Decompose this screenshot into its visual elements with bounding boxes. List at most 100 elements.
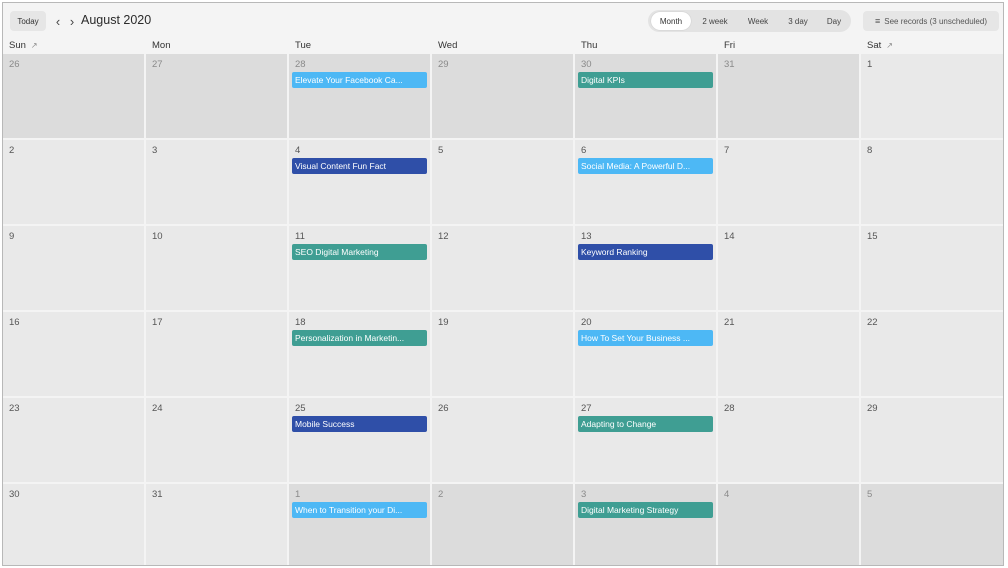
day-cell[interactable]: 26 <box>432 398 573 482</box>
day-cell[interactable]: 28 Elevate Your Facebook Ca... <box>289 54 430 138</box>
event-chip[interactable]: Social Media: A Powerful D... <box>578 158 713 174</box>
day-cell[interactable]: 22 <box>861 312 1003 396</box>
weekday-label: Fri <box>724 40 736 51</box>
expand-icon[interactable]: ↗ <box>31 41 38 50</box>
day-number: 4 <box>724 489 730 500</box>
day-cell[interactable]: 30 Digital KPIs <box>575 54 716 138</box>
day-cell[interactable]: 21 <box>718 312 859 396</box>
day-cell[interactable]: 20 How To Set Your Business ... <box>575 312 716 396</box>
view-week-tab[interactable]: Week <box>740 12 776 30</box>
day-cell[interactable]: 9 <box>3 226 144 310</box>
weekday-thu: Thu <box>581 40 597 51</box>
day-number: 27 <box>152 59 163 70</box>
day-cell[interactable]: 31 <box>146 484 287 565</box>
day-cell[interactable]: 4 <box>718 484 859 565</box>
event-chip[interactable]: When to Transition your Di... <box>292 502 427 518</box>
event-chip[interactable]: Elevate Your Facebook Ca... <box>292 72 427 88</box>
day-cell[interactable]: 1 <box>861 54 1003 138</box>
day-cell[interactable]: 2 <box>432 484 573 565</box>
view-day-tab[interactable]: Day <box>819 12 849 30</box>
day-number: 10 <box>152 231 163 242</box>
event-chip[interactable]: SEO Digital Marketing <box>292 244 427 260</box>
day-cell[interactable]: 14 <box>718 226 859 310</box>
day-cell[interactable]: 30 <box>3 484 144 565</box>
day-number: 31 <box>724 59 735 70</box>
day-number: 15 <box>867 231 878 242</box>
day-number: 28 <box>724 403 735 414</box>
day-cell[interactable]: 19 <box>432 312 573 396</box>
day-number: 9 <box>9 231 15 242</box>
weekday-sat: Sat ↗ <box>867 40 893 51</box>
calendar-toolbar: Today ‹ › August 2020 Month 2 week Week … <box>3 3 1003 37</box>
day-cell[interactable]: 4 Visual Content Fun Fact <box>289 140 430 224</box>
event-chip[interactable]: Adapting to Change <box>578 416 713 432</box>
weekday-tue: Tue <box>295 40 311 51</box>
day-cell[interactable]: 5 <box>861 484 1003 565</box>
day-cell[interactable]: 25 Mobile Success <box>289 398 430 482</box>
today-button[interactable]: Today <box>10 11 46 31</box>
day-cell[interactable]: 27 <box>146 54 287 138</box>
day-cell[interactable]: 31 <box>718 54 859 138</box>
event-chip[interactable]: Digital Marketing Strategy <box>578 502 713 518</box>
event-chip[interactable]: Visual Content Fun Fact <box>292 158 427 174</box>
event-chip[interactable]: Keyword Ranking <box>578 244 713 260</box>
day-number: 13 <box>581 231 592 242</box>
day-number: 26 <box>9 59 20 70</box>
weekday-label: Sat <box>867 40 882 51</box>
day-cell[interactable]: 29 <box>861 398 1003 482</box>
day-cell[interactable]: 7 <box>718 140 859 224</box>
day-cell[interactable]: 1 When to Transition your Di... <box>289 484 430 565</box>
day-cell[interactable]: 27 Adapting to Change <box>575 398 716 482</box>
view-3-day-tab[interactable]: 3 day <box>780 12 816 30</box>
day-cell[interactable]: 28 <box>718 398 859 482</box>
day-cell[interactable]: 3 <box>146 140 287 224</box>
day-number: 3 <box>581 489 587 500</box>
day-cell[interactable]: 10 <box>146 226 287 310</box>
day-cell[interactable]: 29 <box>432 54 573 138</box>
day-number: 28 <box>295 59 306 70</box>
list-icon: ≡ <box>875 16 881 26</box>
day-number: 19 <box>438 317 449 328</box>
chevron-right-icon[interactable]: › <box>65 11 79 31</box>
day-number: 7 <box>724 145 730 156</box>
view-2-week-tab[interactable]: 2 week <box>694 12 736 30</box>
weekday-sun: Sun ↗ <box>9 40 38 51</box>
day-number: 16 <box>9 317 20 328</box>
chevron-left-icon[interactable]: ‹ <box>51 11 65 31</box>
see-records-button[interactable]: ≡ See records (3 unscheduled) <box>863 11 999 31</box>
day-number: 21 <box>724 317 735 328</box>
day-cell[interactable]: 23 <box>3 398 144 482</box>
day-cell[interactable]: 18 Personalization in Marketin... <box>289 312 430 396</box>
calendar-window: Today ‹ › August 2020 Month 2 week Week … <box>2 2 1004 566</box>
day-cell[interactable]: 17 <box>146 312 287 396</box>
day-cell[interactable]: 5 <box>432 140 573 224</box>
see-records-label: See records (3 unscheduled) <box>884 16 987 26</box>
day-cell[interactable]: 15 <box>861 226 1003 310</box>
weekday-mon: Mon <box>152 40 170 51</box>
day-number: 5 <box>867 489 873 500</box>
event-chip[interactable]: How To Set Your Business ... <box>578 330 713 346</box>
event-chip[interactable]: Mobile Success <box>292 416 427 432</box>
day-cell[interactable]: 16 <box>3 312 144 396</box>
event-chip[interactable]: Digital KPIs <box>578 72 713 88</box>
day-cell[interactable]: 13 Keyword Ranking <box>575 226 716 310</box>
day-number: 8 <box>867 145 873 156</box>
day-cell[interactable]: 8 <box>861 140 1003 224</box>
day-cell[interactable]: 11 SEO Digital Marketing <box>289 226 430 310</box>
day-number: 2 <box>9 145 15 156</box>
day-cell[interactable]: 26 <box>3 54 144 138</box>
day-cell[interactable]: 3 Digital Marketing Strategy <box>575 484 716 565</box>
day-number: 18 <box>295 317 306 328</box>
day-number: 27 <box>581 403 592 414</box>
day-number: 4 <box>295 145 301 156</box>
day-cell[interactable]: 2 <box>3 140 144 224</box>
day-cell[interactable]: 12 <box>432 226 573 310</box>
day-number: 11 <box>295 231 305 242</box>
expand-icon[interactable]: ↗ <box>886 41 893 50</box>
day-cell[interactable]: 24 <box>146 398 287 482</box>
event-chip[interactable]: Personalization in Marketin... <box>292 330 427 346</box>
view-month-tab[interactable]: Month <box>651 12 691 30</box>
day-cell[interactable]: 6 Social Media: A Powerful D... <box>575 140 716 224</box>
day-number: 12 <box>438 231 449 242</box>
day-number: 17 <box>152 317 163 328</box>
